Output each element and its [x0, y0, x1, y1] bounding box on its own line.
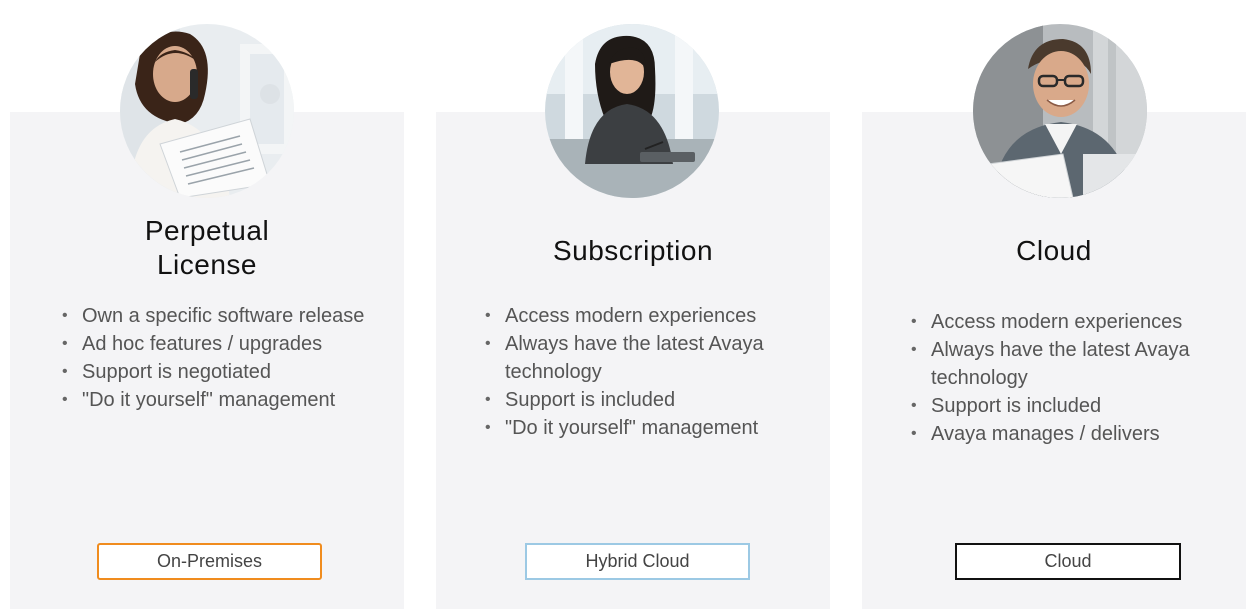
deployment-tag-hybrid-cloud: Hybrid Cloud [525, 543, 750, 580]
option-title-cloud: Cloud [862, 234, 1246, 268]
option-title-line: License [156, 249, 257, 280]
feature-item: "Do it yourself" management [483, 414, 813, 442]
feature-list-cloud: Access modern experiences Always have th… [909, 308, 1239, 448]
option-title-line: Cloud [1016, 235, 1092, 266]
option-title-line: Subscription [552, 235, 714, 266]
option-title-perpetual: Perpetual License [10, 214, 404, 282]
feature-item: Support is included [483, 386, 813, 414]
feature-item: Support is negotiated [60, 358, 390, 386]
option-title-line: Perpetual [144, 215, 270, 246]
woman-on-phone-photo [120, 24, 294, 198]
feature-list-subscription: Access modern experiences Always have th… [483, 302, 813, 442]
feature-list-perpetual: Own a specific software release Ad hoc f… [60, 302, 390, 414]
licensing-options: Perpetual License Own a specific softwar… [0, 0, 1246, 609]
deployment-tag-on-premises: On-Premises [97, 543, 322, 580]
option-title-subscription: Subscription [436, 234, 830, 268]
deployment-tag-cloud: Cloud [955, 543, 1181, 580]
woman-writing-photo [545, 24, 719, 198]
feature-item: Support is included [909, 392, 1239, 420]
feature-item: Ad hoc features / upgrades [60, 330, 390, 358]
feature-item: "Do it yourself" management [60, 386, 390, 414]
feature-item: Access modern experiences [483, 302, 813, 330]
smiling-man-photo [973, 24, 1147, 198]
feature-item: Own a specific software release [60, 302, 390, 330]
feature-item: Avaya manages / delivers [909, 420, 1239, 448]
feature-item: Always have the latest Avaya technology [483, 330, 813, 386]
feature-item: Access modern experiences [909, 308, 1239, 336]
feature-item: Always have the latest Avaya technology [909, 336, 1239, 392]
